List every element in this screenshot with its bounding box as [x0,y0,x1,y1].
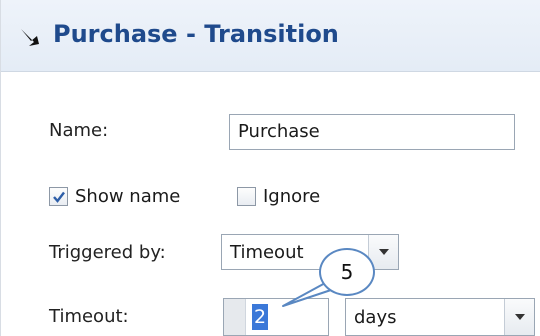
spinner-grip[interactable] [224,299,246,335]
name-label: Name: [49,120,109,141]
timeout-unit-select[interactable]: days [345,298,535,336]
chevron-down-icon [378,249,389,255]
timeout-label: Timeout: [49,306,129,327]
show-name-checkbox[interactable]: Show name [49,186,180,207]
callout-badge: 5 [319,248,375,296]
ignore-label: Ignore [263,186,321,207]
ignore-checkbox[interactable]: Ignore [237,186,320,207]
checkbox-box[interactable] [237,187,256,206]
check-icon [52,191,65,203]
name-input[interactable]: Purchase [229,114,515,150]
timeout-input[interactable]: 2 [223,298,329,336]
transition-properties-panel: Purchase - Transition Name: Purchase Sho… [0,0,540,336]
timeout-unit-value: days [354,306,397,328]
show-name-label: Show name [75,186,181,207]
chevron-down-icon [514,314,525,320]
timeout-value: 2 [252,304,269,330]
panel-header: Purchase - Transition [1,0,540,72]
checkbox-box[interactable] [49,187,68,206]
transition-arrow-icon [21,29,39,46]
page-title: Purchase - Transition [53,20,339,48]
triggered-by-label: Triggered by: [49,242,166,263]
dropdown-button[interactable] [504,299,534,335]
